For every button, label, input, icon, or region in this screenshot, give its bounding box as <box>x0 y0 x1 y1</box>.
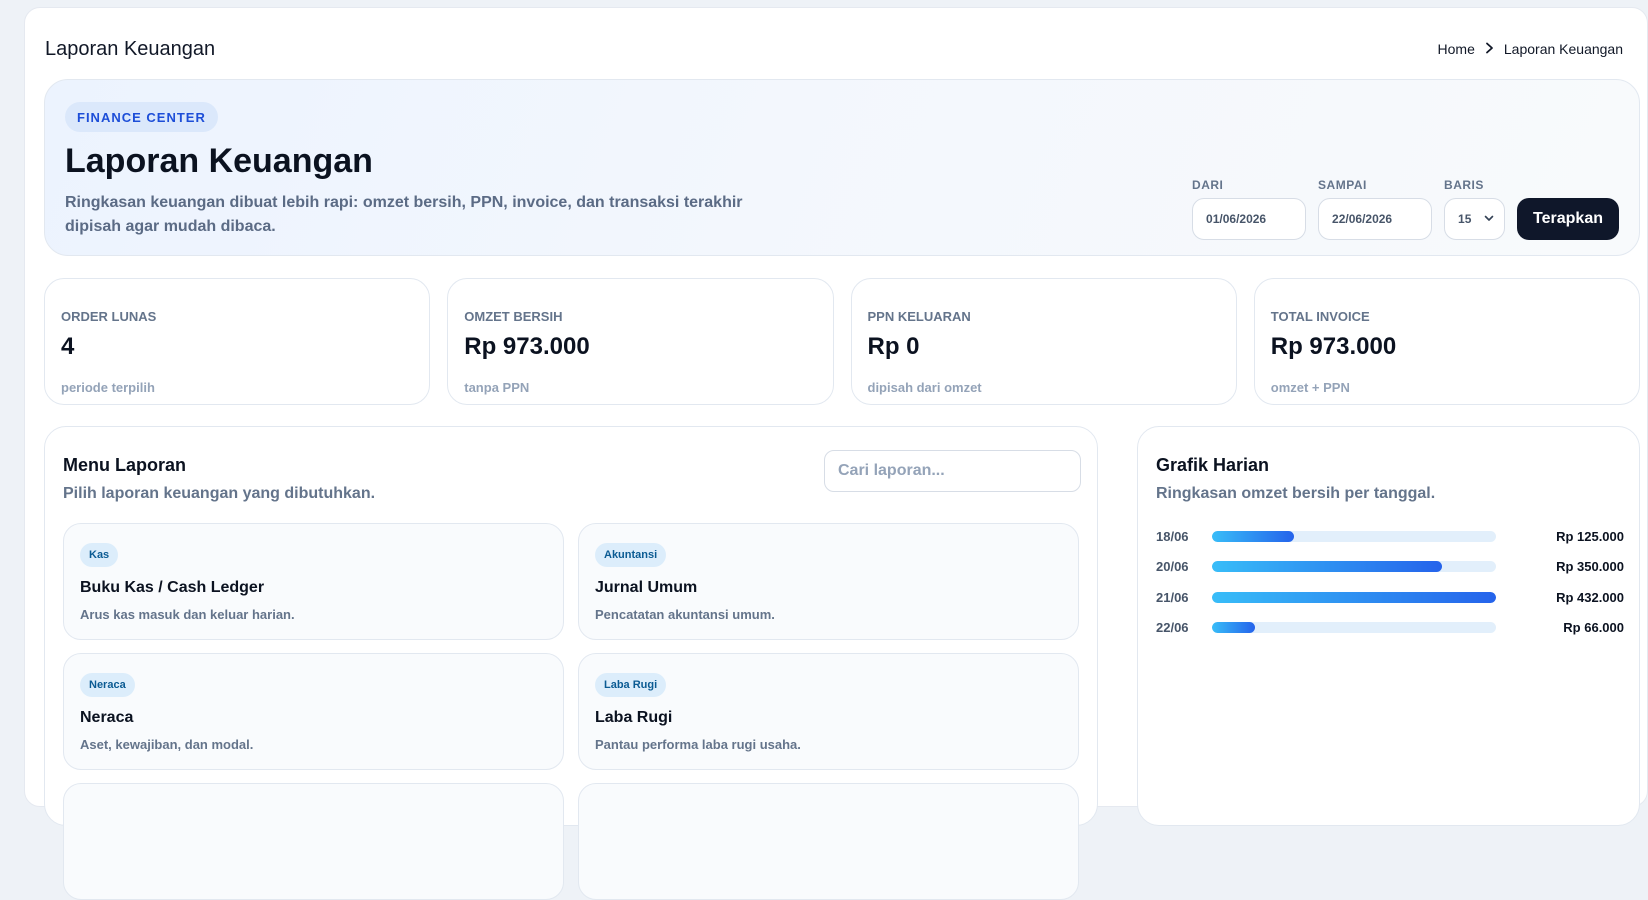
bar-fill <box>1212 591 1496 603</box>
bar-value: Rp 125.000 <box>1556 528 1624 544</box>
report-item-buku-kas[interactable]: Kas Buku Kas / Cash Ledger Arus kas masu… <box>63 523 564 640</box>
stats-row: ORDER LUNAS 4 periode terpilih OMZET BER… <box>44 278 1640 405</box>
report-desc: Pantau performa laba rugi usaha. <box>595 737 801 752</box>
bar-fill <box>1212 622 1256 634</box>
hero-panel: FINANCE CENTER Laporan Keuangan Ringkasa… <box>44 79 1640 256</box>
stat-note: periode terpilih <box>61 380 155 395</box>
page-title: Laporan Keuangan <box>45 37 216 60</box>
stat-card-order-lunas: ORDER LUNAS 4 periode terpilih <box>44 278 431 405</box>
report-item-neraca[interactable]: Neraca Neraca Aset, kewajiban, dan modal… <box>63 653 564 770</box>
filter-to: SAMPAI 22/06/2026 <box>1318 178 1433 240</box>
report-title: Buku Kas / Cash Ledger <box>80 579 265 596</box>
stat-label: OMZET BERSIH <box>464 309 563 324</box>
report-tag: Akuntansi <box>595 543 667 567</box>
report-menu-card: Menu Laporan Pilih laporan keuangan yang… <box>44 426 1098 900</box>
report-desc: Aset, kewajiban, dan modal. <box>80 737 254 752</box>
filter-from: DARI 01/06/2026 <box>1192 178 1307 240</box>
breadcrumb-current: Laporan Keuangan <box>1503 41 1623 57</box>
hero-title: Laporan Keuangan <box>65 142 373 180</box>
bar-value: Rp 350.000 <box>1556 559 1624 575</box>
stat-value: 4 <box>61 333 75 360</box>
chart-row: 21/06 Rp 432.000 <box>1156 582 1624 613</box>
chart-row: 22/06 Rp 66.000 <box>1156 613 1624 644</box>
app-frame: Laporan Keuangan Home Laporan Keuangan F… <box>24 7 1648 900</box>
report-menu-subtitle: Pilih laporan keuangan yang dibutuhkan. <box>63 485 376 502</box>
report-menu-title: Menu Laporan <box>63 455 187 475</box>
report-item-laba-rugi[interactable]: Laba Rugi Laba Rugi Pantau performa laba… <box>578 653 1079 770</box>
report-title: Neraca <box>80 709 134 726</box>
daily-chart-card: Grafik Harian Ringkasan omzet bersih per… <box>1137 426 1640 826</box>
report-item-next[interactable] <box>63 783 564 900</box>
chart-row: 18/06 Rp 125.000 <box>1156 521 1624 552</box>
hero-description: Ringkasan keuangan dibuat lebih rapi: om… <box>65 194 743 235</box>
report-tag: Kas <box>80 543 119 567</box>
report-tag: Neraca <box>80 673 135 697</box>
chart-title: Grafik Harian <box>1156 455 1270 475</box>
chart-rows: 18/06 Rp 125.000 20/06 Rp 350.000 21/06 … <box>1156 521 1624 643</box>
report-item-jurnal-umum[interactable]: Akuntansi Jurnal Umum Pencatatan akuntan… <box>578 523 1079 640</box>
date-to-input[interactable]: 22/06/2026 <box>1318 198 1433 240</box>
stat-value: Rp 973.000 <box>1270 333 1397 360</box>
stat-label: ORDER LUNAS <box>61 309 157 324</box>
filter-rows: BARIS 15 <box>1444 178 1506 240</box>
report-desc: Arus kas masuk dan keluar harian. <box>80 607 295 622</box>
bar-value: Rp 66.000 <box>1563 620 1624 636</box>
report-search-input[interactable] <box>824 450 1081 492</box>
report-title: Jurnal Umum <box>595 579 698 596</box>
topbar: Laporan Keuangan Home Laporan Keuangan <box>45 28 1623 70</box>
chevron-down-icon <box>1484 214 1494 225</box>
bar-date: 21/06 <box>1156 589 1189 605</box>
bar-track <box>1212 561 1496 573</box>
stat-note: omzet + PPN <box>1270 380 1350 395</box>
report-tag: Laba Rugi <box>595 673 667 697</box>
stat-card-total-invoice: TOTAL INVOICE Rp 973.000 omzet + PPN <box>1253 278 1640 405</box>
bar-fill <box>1212 530 1295 542</box>
filter-from-label: DARI <box>1192 178 1224 192</box>
bar-track <box>1212 530 1496 542</box>
report-desc: Pencatatan akuntansi umum. <box>595 607 775 622</box>
stat-card-ppn-keluaran: PPN KELUARAN Rp 0 dipisah dari omzet <box>850 278 1237 405</box>
stat-value: Rp 0 <box>867 333 920 360</box>
stat-value: Rp 973.000 <box>464 333 590 360</box>
chart-row: 20/06 Rp 350.000 <box>1156 552 1624 583</box>
bar-date: 18/06 <box>1156 528 1189 544</box>
breadcrumb-home-link[interactable]: Home <box>1438 41 1475 57</box>
date-filter-form: DARI 01/06/2026 SAMPAI 22/06/2026 BARIS … <box>1192 178 1619 240</box>
chart-subtitle: Ringkasan omzet bersih per tanggal. <box>1156 485 1436 502</box>
apply-button[interactable]: Terapkan <box>1517 198 1619 240</box>
report-item-next[interactable] <box>578 783 1079 900</box>
bar-date: 20/06 <box>1156 559 1189 575</box>
bar-value: Rp 432.000 <box>1556 589 1624 605</box>
filter-rows-label: BARIS <box>1444 178 1484 192</box>
stat-card-omzet-bersih: OMZET BERSIH Rp 973.000 tanpa PPN <box>447 278 834 405</box>
bar-track <box>1212 622 1496 634</box>
rows-select[interactable]: 15 <box>1444 198 1506 240</box>
stat-note: tanpa PPN <box>464 380 530 395</box>
date-from-input[interactable]: 01/06/2026 <box>1192 198 1307 240</box>
breadcrumb: Home Laporan Keuangan <box>1438 41 1623 57</box>
bar-track <box>1212 591 1496 603</box>
filter-to-label: SAMPAI <box>1318 178 1367 192</box>
bar-fill <box>1212 561 1443 573</box>
report-title: Laba Rugi <box>595 709 673 726</box>
stat-note: dipisah dari omzet <box>867 380 982 395</box>
stat-label: PPN KELUARAN <box>867 309 971 324</box>
hero-badge: FINANCE CENTER <box>65 102 218 132</box>
chevron-right-icon <box>1485 41 1494 57</box>
bar-date: 22/06 <box>1156 620 1189 636</box>
stat-label: TOTAL INVOICE <box>1270 309 1370 324</box>
rows-select-value: 15 <box>1458 212 1472 226</box>
report-grid: Kas Buku Kas / Cash Ledger Arus kas masu… <box>63 523 1079 900</box>
